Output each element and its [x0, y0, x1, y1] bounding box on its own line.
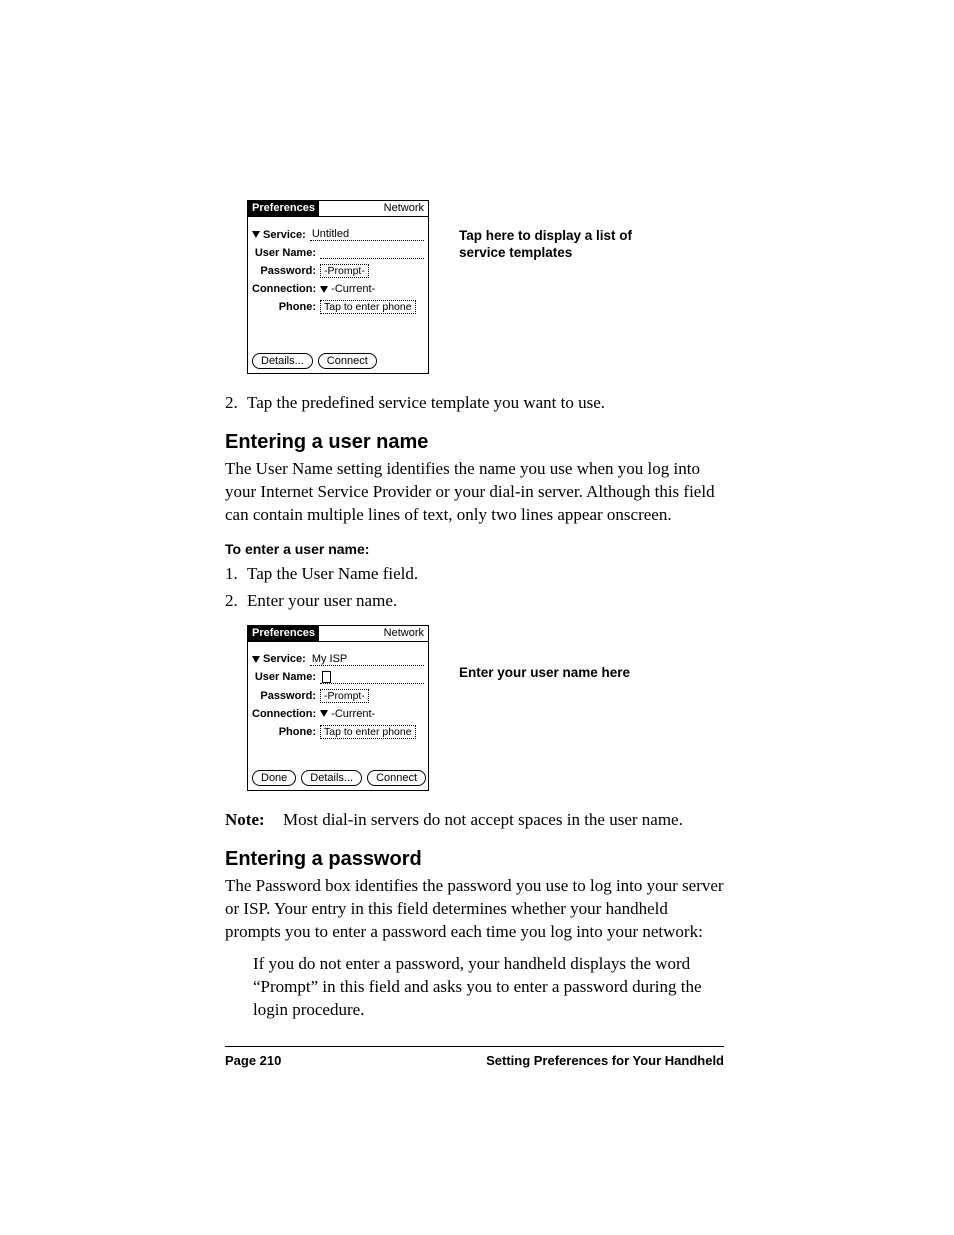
password-value: -Prompt-: [320, 264, 369, 278]
list-item: 2. Enter your user name.: [225, 590, 724, 613]
connect-button: Connect: [367, 770, 426, 786]
step-text: Tap the predefined service template you …: [247, 392, 605, 415]
screenshot-title: Preferences: [248, 626, 319, 642]
service-value: My ISP: [310, 653, 424, 666]
screenshot-1: Preferences Network Service: Untitled Us…: [247, 200, 429, 374]
phone-value: Tap to enter phone: [320, 300, 416, 314]
list-item: 2. Tap the predefined service template y…: [225, 392, 724, 415]
chapter-title: Setting Preferences for Your Handheld: [486, 1053, 724, 1068]
note-text: Most dial-in servers do not accept space…: [283, 809, 683, 832]
dropdown-icon: [252, 231, 260, 238]
step-number: 1.: [225, 563, 247, 586]
connect-button: Connect: [318, 353, 377, 369]
username-value: [320, 246, 424, 259]
paragraph: If you do not enter a password, your han…: [253, 953, 724, 1022]
username-label: User Name:: [252, 247, 320, 259]
list-item: 1. Tap the User Name field.: [225, 563, 724, 586]
connection-value: -Current-: [331, 708, 375, 720]
password-label: Password:: [252, 690, 320, 702]
step-number: 2.: [225, 392, 247, 415]
details-button: Details...: [301, 770, 362, 786]
phone-label: Phone:: [252, 726, 320, 738]
step-text: Tap the User Name field.: [247, 563, 418, 586]
heading-password: Entering a password: [225, 848, 724, 871]
heading-username: Entering a user name: [225, 431, 724, 454]
dropdown-icon: [320, 710, 328, 717]
callout-1: Tap here to display a list of service te…: [459, 200, 639, 262]
screenshot-2: Preferences Network Service: My ISP User…: [247, 625, 429, 791]
note: Note: Most dial-in servers do not accept…: [225, 809, 724, 832]
username-value: [320, 671, 424, 684]
done-button: Done: [252, 770, 296, 786]
figure-2: Preferences Network Service: My ISP User…: [225, 625, 724, 791]
cursor-icon: [322, 671, 331, 683]
screenshot-menu: Network: [319, 626, 428, 642]
dropdown-icon: [252, 656, 260, 663]
note-label: Note:: [225, 809, 283, 832]
paragraph: The Password box identifies the password…: [225, 875, 724, 944]
connection-label: Connection:: [252, 708, 320, 720]
callout-2: Enter your user name here: [459, 625, 630, 682]
details-button: Details...: [252, 353, 313, 369]
page-number: Page 210: [225, 1053, 281, 1068]
screenshot-menu: Network: [319, 201, 428, 217]
password-value: -Prompt-: [320, 689, 369, 703]
document-page: Preferences Network Service: Untitled Us…: [0, 0, 954, 1168]
paragraph: The User Name setting identifies the nam…: [225, 458, 724, 527]
figure-1: Preferences Network Service: Untitled Us…: [225, 200, 724, 374]
screenshot-title: Preferences: [248, 201, 319, 217]
service-label: Service:: [263, 229, 310, 241]
step-number: 2.: [225, 590, 247, 613]
service-label: Service:: [263, 653, 310, 665]
dropdown-icon: [320, 286, 328, 293]
page-footer: Page 210 Setting Preferences for Your Ha…: [225, 1046, 724, 1068]
connection-value: -Current-: [331, 283, 375, 295]
phone-value: Tap to enter phone: [320, 725, 416, 739]
step-text: Enter your user name.: [247, 590, 397, 613]
password-label: Password:: [252, 265, 320, 277]
username-label: User Name:: [252, 671, 320, 683]
subheading: To enter a user name:: [225, 541, 724, 557]
service-value: Untitled: [310, 228, 424, 241]
connection-label: Connection:: [252, 283, 320, 295]
phone-label: Phone:: [252, 301, 320, 313]
